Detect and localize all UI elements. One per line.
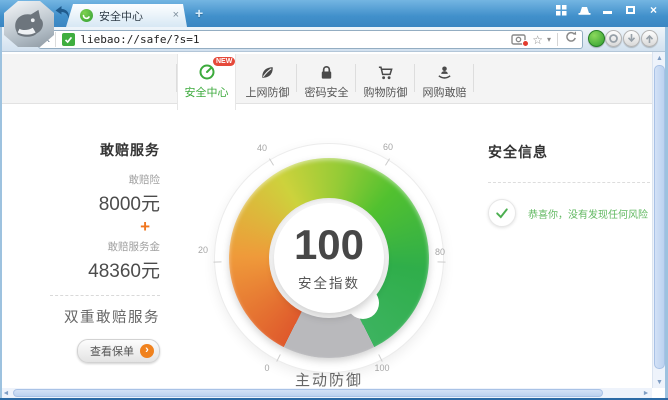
new-tab-button[interactable]: + bbox=[195, 5, 203, 21]
check-circle-icon bbox=[488, 199, 516, 227]
view-policy-button[interactable]: 查看保单 › bbox=[77, 339, 160, 363]
nav-tab-label: 上网防御 bbox=[246, 84, 290, 100]
tab-shopping-defense[interactable]: 购物防御 bbox=[356, 54, 415, 104]
lock-icon bbox=[318, 61, 335, 81]
profile-ring-icon[interactable] bbox=[605, 30, 622, 47]
security-info-row: 恭喜你，没有发现任何风险 bbox=[488, 199, 650, 227]
nav-tab-label: 密码安全 bbox=[305, 84, 349, 100]
tab-title: 安全中心 bbox=[99, 8, 169, 24]
claims-title: 敢赔服务 bbox=[100, 140, 160, 160]
address-bar[interactable]: ‹ liebao://safe/?s=1 ☆ ▾ bbox=[38, 30, 583, 49]
gauge-bottom-caption: 主动防御 bbox=[194, 369, 464, 390]
window-frame bbox=[0, 27, 2, 398]
security-info-title: 安全信息 bbox=[488, 142, 650, 162]
plus-sign: + bbox=[140, 218, 150, 235]
browser-window: 安全中心 × + × ‹ liebao://safe/?s=1 bbox=[0, 0, 668, 400]
claims-panel: 敢赔服务 敢赔险 8000元 + 敢赔服务金 48360元 双重敢赔服务 查看保… bbox=[50, 140, 160, 363]
arrow-right-icon: › bbox=[140, 344, 154, 358]
cart-icon bbox=[377, 61, 394, 81]
tab-security-center[interactable]: 安全中心 NEW bbox=[177, 54, 236, 110]
tick-label: 80 bbox=[431, 247, 449, 257]
dashed-divider bbox=[50, 295, 160, 296]
tick-label: 40 bbox=[253, 143, 271, 153]
claims-item2-value: 48360元 bbox=[88, 256, 160, 283]
site-safe-check-icon bbox=[62, 33, 75, 46]
cheetah-logo[interactable] bbox=[4, 1, 54, 47]
nav-tab-label: 购物防御 bbox=[364, 84, 408, 100]
dropdown-caret-icon[interactable]: ▾ bbox=[547, 35, 551, 44]
claims-item2-label: 敢赔服务金 bbox=[108, 239, 161, 254]
view-policy-label: 查看保单 bbox=[90, 343, 134, 359]
claims-item1-label: 敢赔险 bbox=[129, 172, 161, 187]
security-info-panel: 安全信息 恭喜你，没有发现任何风险 bbox=[488, 142, 650, 227]
claims-subtitle: 双重敢赔服务 bbox=[64, 306, 160, 327]
horizontal-scrollbar[interactable]: ◄ ► bbox=[0, 388, 652, 398]
security-gauge: 0 20 40 60 80 100 100 安全指数 主动防御 bbox=[194, 123, 464, 393]
upload-arrow-icon[interactable] bbox=[641, 30, 658, 47]
tab-password-security[interactable]: 密码安全 bbox=[297, 54, 356, 104]
tab-web-defense[interactable]: 上网防御 bbox=[238, 54, 297, 104]
hand-person-icon bbox=[436, 61, 453, 81]
tick-label: 60 bbox=[379, 142, 397, 152]
new-badge: NEW bbox=[213, 57, 235, 66]
address-bar-actions: ☆ ▾ bbox=[511, 30, 578, 49]
notification-dot bbox=[522, 40, 529, 47]
maximize-button[interactable] bbox=[624, 5, 637, 16]
vertical-scroll-thumb[interactable] bbox=[654, 65, 665, 369]
tick-label: 20 bbox=[194, 245, 212, 255]
security-ball-icon[interactable] bbox=[588, 30, 605, 47]
titlebar: 安全中心 × + × bbox=[0, 0, 668, 27]
security-score: 100 bbox=[294, 224, 364, 266]
nav-separator bbox=[473, 64, 474, 92]
dashed-divider bbox=[488, 182, 650, 183]
horizontal-scroll-thumb[interactable] bbox=[13, 389, 603, 397]
nav-tab-label: 网购敢赔 bbox=[423, 84, 467, 100]
undo-back-icon[interactable] bbox=[53, 5, 71, 21]
bookmark-star-icon[interactable]: ☆ bbox=[532, 34, 543, 46]
layout-grid-icon[interactable] bbox=[555, 5, 568, 16]
download-arrow-icon[interactable] bbox=[623, 30, 640, 47]
separator bbox=[557, 33, 558, 46]
vertical-scrollbar[interactable]: ▲ ▼ bbox=[652, 52, 665, 388]
tab-favicon-security-icon bbox=[80, 9, 93, 22]
claims-item1-value: 8000元 bbox=[99, 189, 160, 216]
url-text[interactable]: liebao://safe/?s=1 bbox=[80, 33, 511, 46]
close-button[interactable]: × bbox=[647, 5, 660, 16]
skin-hat-icon[interactable] bbox=[578, 5, 591, 16]
screenshot-icon[interactable] bbox=[511, 33, 528, 46]
refresh-icon[interactable] bbox=[564, 30, 578, 49]
window-controls: × bbox=[555, 3, 660, 17]
security-info-message: 恭喜你，没有发现任何风险 bbox=[528, 206, 648, 221]
minimize-button[interactable] bbox=[601, 5, 614, 16]
gauge-bubble: 100 安全指数 bbox=[274, 203, 384, 313]
scroll-right-icon[interactable]: ► bbox=[640, 388, 652, 398]
tab-shopping-claims[interactable]: 网购敢赔 bbox=[415, 54, 474, 104]
tab-close-icon[interactable]: × bbox=[173, 10, 179, 21]
leaf-shield-icon bbox=[259, 61, 276, 81]
browser-tab[interactable]: 安全中心 × bbox=[66, 4, 187, 27]
nav-tab-label: 安全中心 bbox=[185, 84, 229, 100]
security-score-caption: 安全指数 bbox=[298, 272, 360, 292]
